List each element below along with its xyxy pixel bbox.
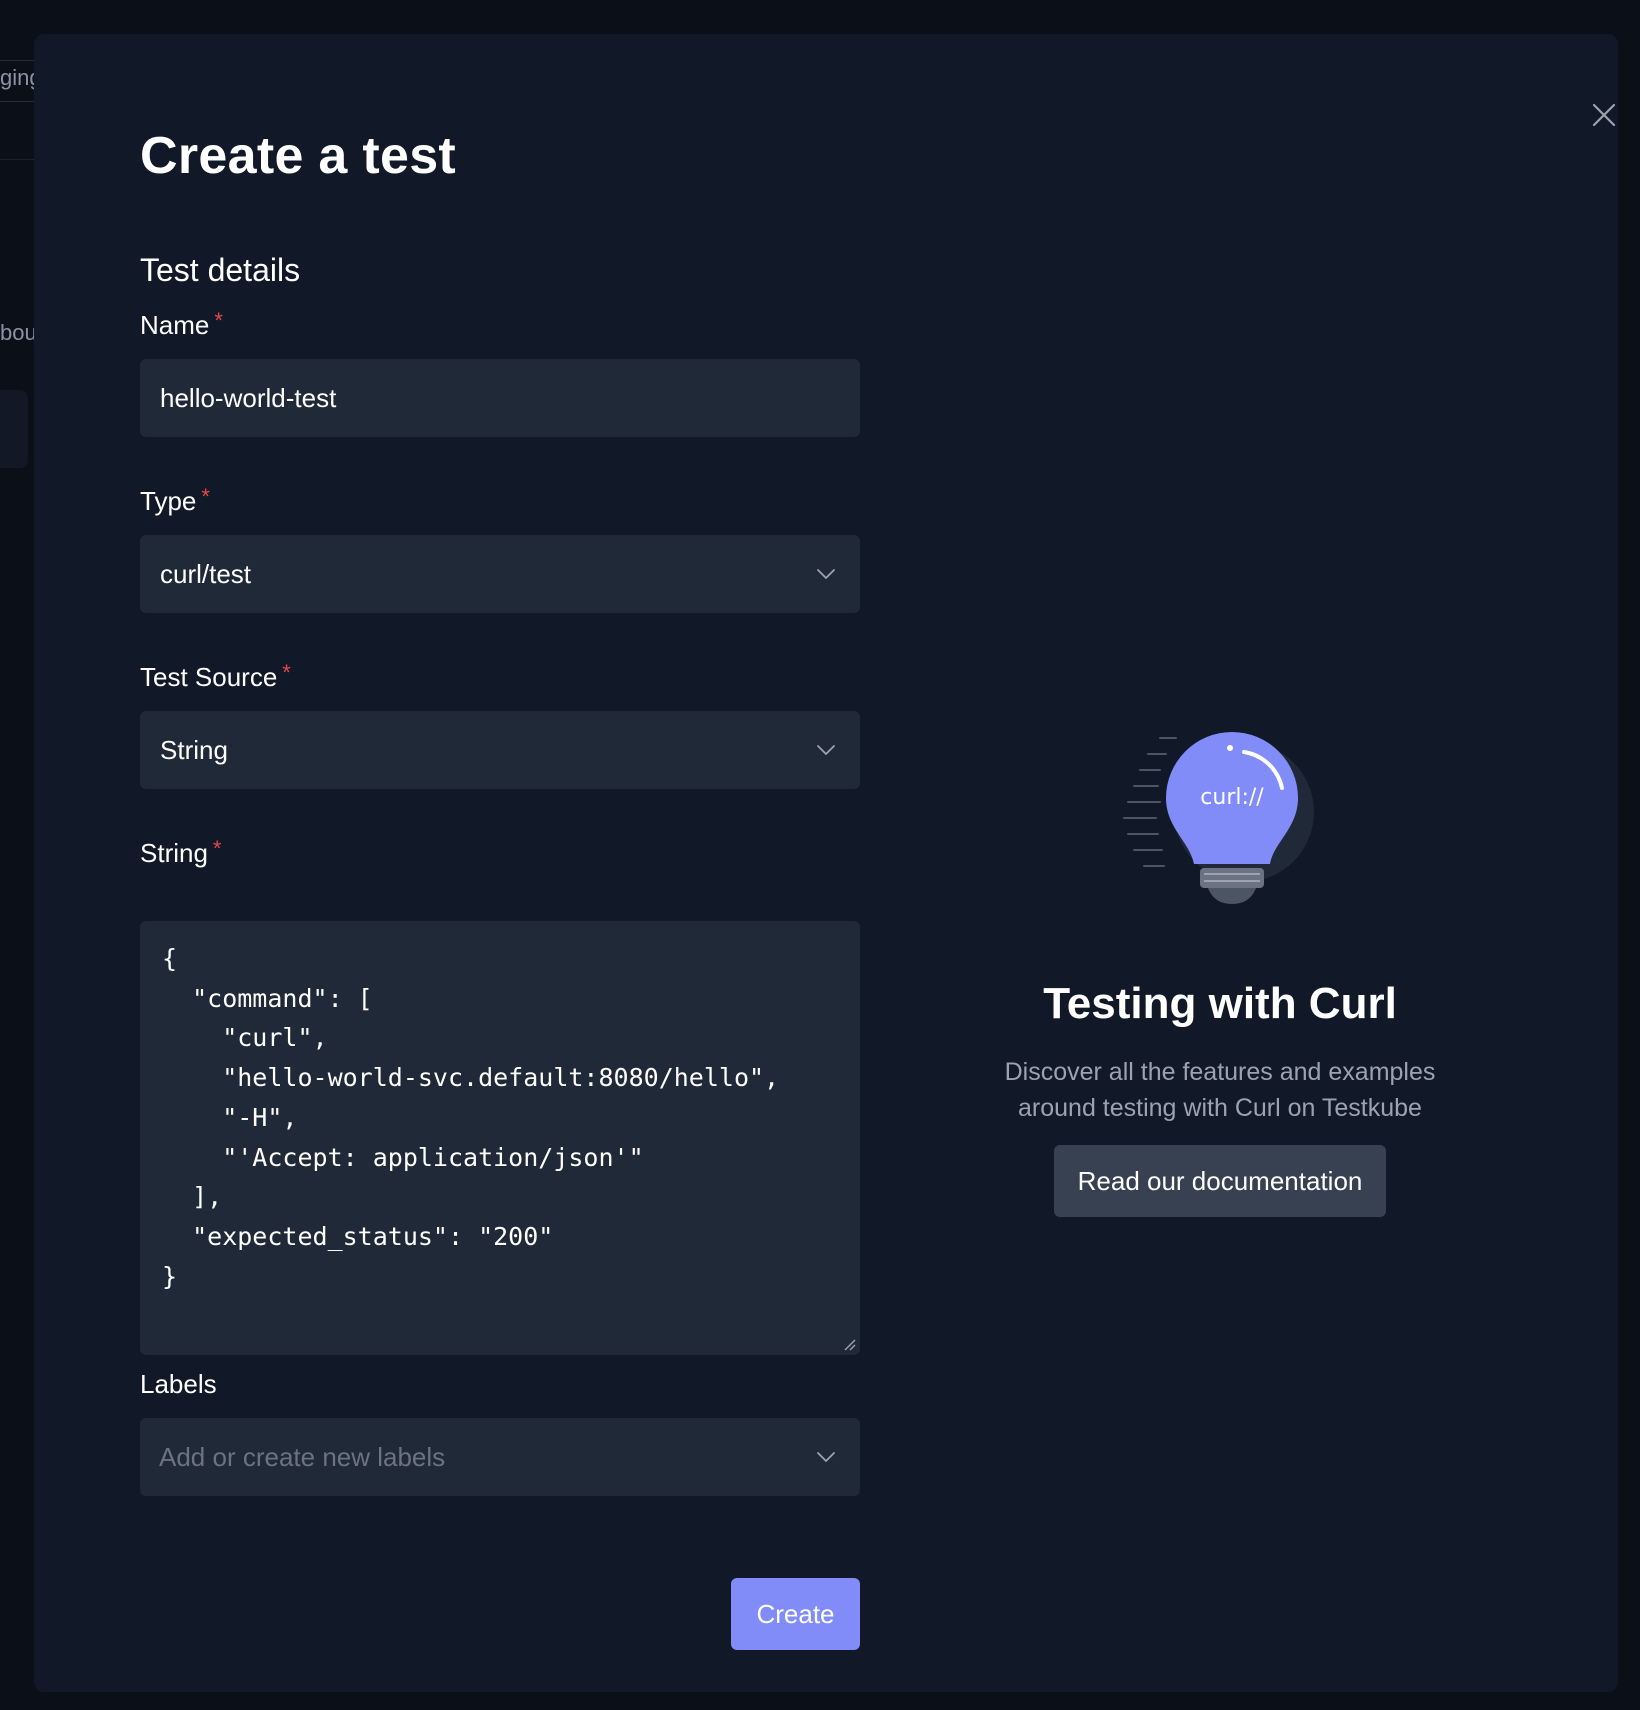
read-documentation-button[interactable]: Read our documentation [1054, 1145, 1386, 1217]
promo-description-line: Discover all the features and examples [1004, 1058, 1436, 1086]
name-label-text: Name [140, 310, 210, 340]
bulb-base [1200, 868, 1264, 888]
string-label-text: String [140, 838, 208, 868]
background-panel [0, 390, 28, 468]
string-textarea-content: { "command": [ "curl", "hello-world-svc.… [162, 944, 780, 1291]
background-text-fragment: ging [0, 60, 36, 102]
required-asterisk: * [282, 660, 291, 685]
labels-select[interactable]: Add or create new labels [140, 1418, 860, 1496]
lightbulb-illustration: curl:// [1123, 732, 1314, 904]
type-label-text: Type [140, 486, 197, 516]
background-divider [0, 159, 36, 160]
test-source-label: Test Source * [140, 660, 291, 693]
promo-description-line: around testing with Curl on Testkube [1018, 1094, 1422, 1122]
bulb-logo-text: curl:// [1200, 785, 1264, 810]
create-test-modal: Create a test Test details Name* Type* c… [34, 34, 1618, 1692]
promo-description: Discover all the features and examples a… [934, 1054, 1506, 1126]
name-input[interactable] [140, 359, 860, 437]
chevron-down-icon [817, 1452, 835, 1462]
close-icon [1592, 103, 1616, 127]
required-asterisk: * [214, 308, 223, 333]
type-select[interactable]: curl/test [140, 535, 860, 613]
chevron-down-icon [817, 569, 835, 579]
required-asterisk: * [201, 484, 210, 509]
promo-title: Testing with Curl [1043, 979, 1397, 1028]
bulb-highlight-dot [1227, 745, 1233, 751]
type-select-value: curl/test [160, 559, 252, 589]
create-button[interactable]: Create [731, 1578, 860, 1650]
string-label: String * [140, 836, 222, 869]
required-asterisk: * [212, 836, 222, 861]
string-textarea[interactable]: { "command": [ "curl", "hello-world-svc.… [140, 921, 860, 1355]
name-field[interactable] [140, 359, 860, 437]
background-text-fragment: bou [0, 320, 36, 345]
close-button[interactable] [1589, 100, 1619, 130]
name-label: Name * [140, 308, 223, 341]
modal-title: Create a test [140, 127, 457, 185]
section-title: Test details [140, 252, 301, 288]
labels-label: Labels [140, 1369, 217, 1399]
labels-select-placeholder: Add or create new labels [159, 1442, 446, 1472]
test-source-select[interactable]: String [140, 711, 860, 789]
type-label: Type * [140, 484, 210, 517]
test-source-label-text: Test Source [140, 662, 278, 692]
resize-handle-icon[interactable] [843, 1338, 857, 1352]
chevron-down-icon [817, 745, 835, 755]
test-source-select-value: String [160, 735, 228, 765]
bulb-cap [1208, 888, 1256, 904]
